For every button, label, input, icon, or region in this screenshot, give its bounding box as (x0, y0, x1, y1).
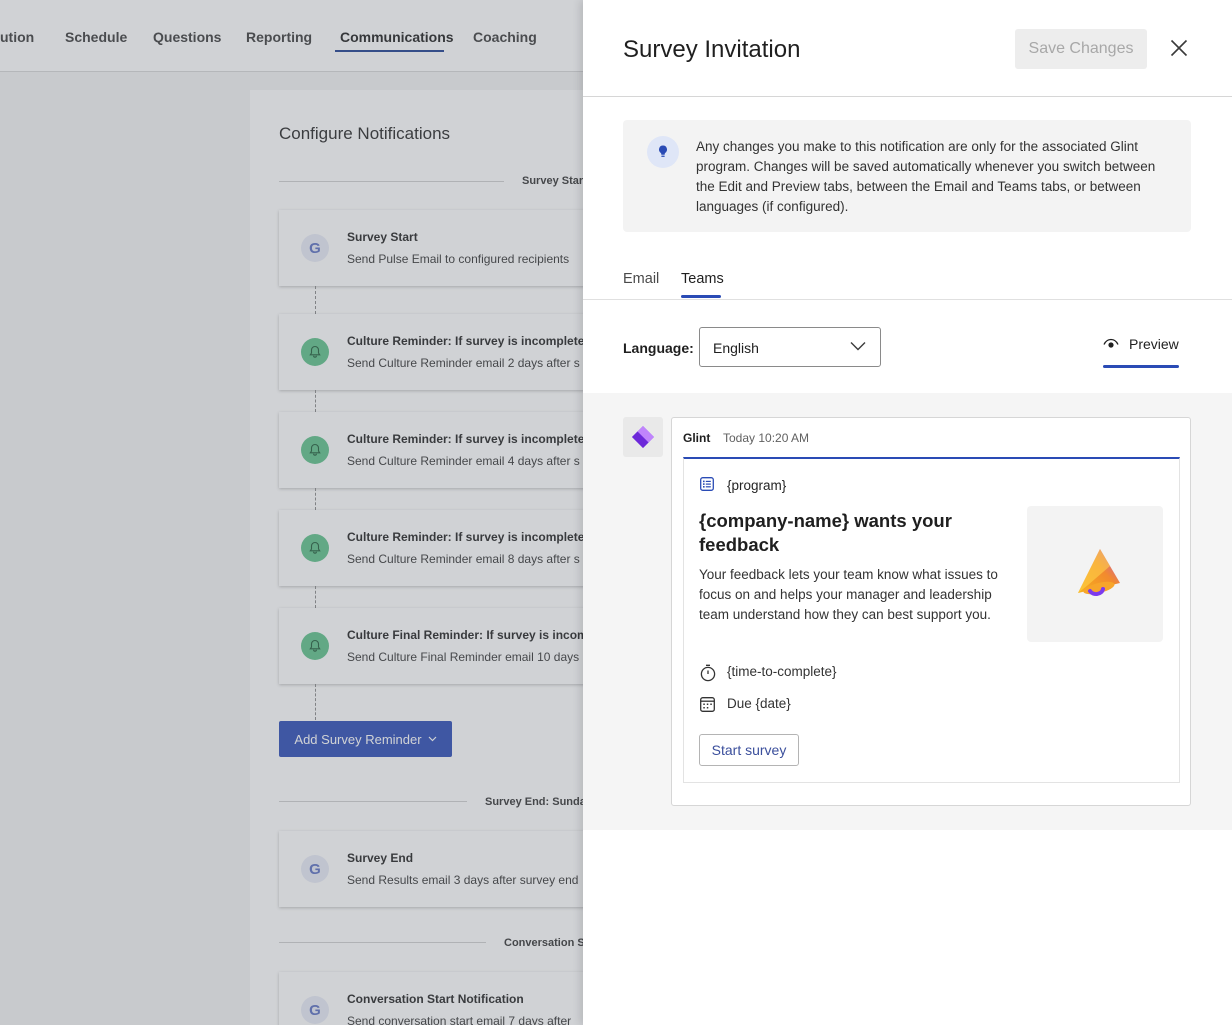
panel-title: Survey Invitation (623, 36, 801, 63)
info-text: Any changes you make to this notificatio… (696, 139, 1156, 214)
message-time: Today 10:20 AM (723, 431, 810, 445)
tab-preview[interactable]: Preview (1103, 336, 1179, 368)
tab-active-indicator (681, 295, 721, 298)
language-label: Language: (623, 340, 694, 356)
preview-label: Preview (1129, 336, 1179, 352)
panel-header: Survey Invitation Save Changes (583, 0, 1232, 97)
survey-list-icon (700, 477, 714, 491)
card-headline: {company-name} wants your feedback (699, 510, 952, 555)
card-description: Your feedback lets your team know what i… (699, 567, 998, 622)
teams-preview-area: Glint Today 10:20 AM {program} {company-… (583, 393, 1232, 830)
stopwatch-icon (700, 664, 716, 682)
survey-invitation-panel: Survey Invitation Save Changes Any chang… (583, 0, 1232, 1025)
preview-active-indicator (1103, 365, 1179, 368)
channel-tabs: Email Teams (583, 258, 1232, 300)
chevron-down-icon (850, 342, 866, 351)
language-select[interactable]: English (699, 327, 881, 367)
due-date: Due {date} (727, 696, 791, 711)
tab-email[interactable]: Email (623, 271, 659, 287)
time-to-complete: {time-to-complete} (727, 664, 837, 679)
lightbulb-icon (647, 136, 679, 168)
eye-icon (1103, 338, 1119, 348)
adaptive-card: {program} {company-name} wants your feed… (683, 457, 1180, 783)
language-value: English (713, 340, 759, 356)
message-sender: Glint (683, 431, 711, 445)
program-label: {program} (727, 478, 787, 493)
calendar-icon (700, 697, 715, 712)
teams-message: Glint Today 10:20 AM {program} {company-… (671, 417, 1191, 806)
tab-teams[interactable]: Teams (681, 271, 724, 287)
save-changes-button[interactable]: Save Changes (1015, 29, 1147, 69)
megaphone-icon (1027, 506, 1163, 642)
glint-logo-icon (632, 426, 654, 448)
close-icon (1170, 39, 1188, 57)
close-button[interactable] (1166, 35, 1192, 61)
start-survey-button[interactable]: Start survey (699, 734, 799, 766)
glint-app-avatar (623, 417, 663, 457)
info-message: Any changes you make to this notificatio… (623, 120, 1191, 232)
